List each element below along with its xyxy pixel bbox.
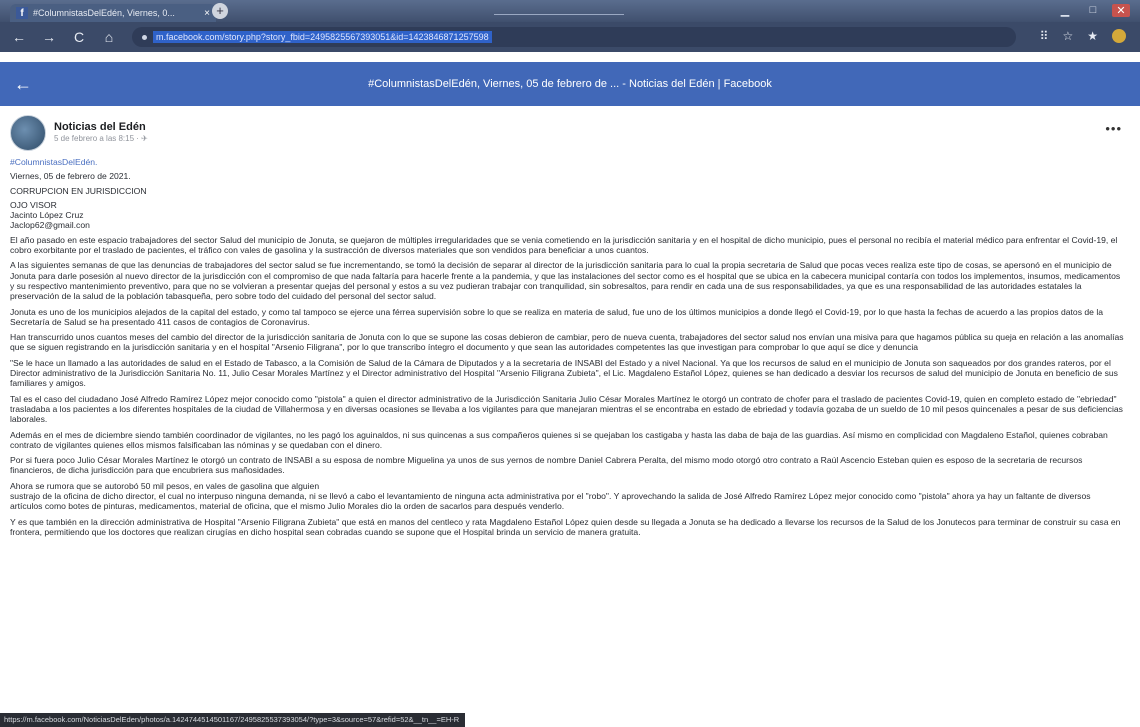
new-tab-button[interactable]: +: [212, 3, 228, 19]
tab-strip: f #ColumnistasDelEdén, Viernes, 0... × +…: [0, 0, 1140, 22]
address-bar[interactable]: m.facebook.com/story.php?story_fbid=2495…: [132, 27, 1016, 47]
tab-title: #ColumnistasDelEdén, Viernes, 0...: [33, 8, 175, 18]
post-timestamp[interactable]: 5 de febrero a las 8:15 · ✈: [54, 134, 148, 143]
browser-toolbar: ← → C ⌂ m.facebook.com/story.php?story_f…: [0, 22, 1140, 52]
tab-search-field: [494, 4, 624, 15]
maximize-button[interactable]: □: [1084, 4, 1102, 17]
post-body: #ColumnistasDelEdén. Viernes, 05 de febr…: [10, 157, 1130, 537]
columnist-name: Jacinto López Cruz: [10, 210, 84, 221]
browser-tab[interactable]: f #ColumnistasDelEdén, Viernes, 0... ×: [10, 4, 216, 22]
minimize-button[interactable]: ▁: [1056, 4, 1074, 17]
author-name[interactable]: Noticias del Edén: [54, 121, 148, 133]
post-paragraph: Y es que también en la dirección adminis…: [10, 516, 1121, 537]
page-avatar[interactable]: [10, 115, 46, 151]
site-info-icon[interactable]: [142, 34, 147, 40]
post-paragraph: Tal es el caso del ciudadano José Alfred…: [10, 393, 1123, 425]
columnist-email: Jaclop62@gmail.con: [10, 220, 90, 231]
post-paragraph: "Se le hace un llamado a las autoridades…: [10, 357, 1118, 389]
status-bar-url: https://m.facebook.com/NoticiasDelEden/p…: [0, 713, 465, 727]
toolbar-actions: ⠿ ☆ ★: [1040, 29, 1126, 43]
more-options-icon[interactable]: •••: [1105, 121, 1122, 136]
window-controls: ▁ □ ✕: [1056, 4, 1130, 17]
post-paragraph: A las siguientes semanas de que las denu…: [10, 260, 1121, 302]
bookmark-star-icon[interactable]: ☆: [1062, 29, 1073, 43]
post-header: Noticias del Edén 5 de febrero a las 8:1…: [10, 115, 1130, 151]
facebook-header: ← #ColumnistasDelEdén, Viernes, 05 de fe…: [0, 62, 1140, 106]
apps-grid-icon[interactable]: ⠿: [1040, 29, 1049, 43]
post-paragraph: Ahora se rumora que se autorobó 50 mil p…: [10, 480, 1091, 512]
post-date-line: Viernes, 05 de febrero de 2021.: [10, 171, 131, 182]
profile-avatar-icon[interactable]: [1112, 29, 1126, 43]
reload-icon[interactable]: C: [68, 29, 90, 45]
column-name: OJO VISOR: [10, 199, 57, 210]
post: Noticias del Edén 5 de febrero a las 8:1…: [10, 115, 1130, 542]
home-icon[interactable]: ⌂: [98, 29, 120, 45]
back-icon[interactable]: ←: [8, 29, 30, 45]
author-block: Noticias del Edén 5 de febrero a las 8:1…: [54, 115, 148, 143]
post-headline: CORRUPCION EN JURISDICCION: [10, 185, 147, 196]
extensions-icon[interactable]: ★: [1087, 29, 1098, 43]
url-text[interactable]: m.facebook.com/story.php?story_fbid=2495…: [153, 31, 492, 43]
page-title: #ColumnistasDelEdén, Viernes, 05 de febr…: [368, 78, 772, 90]
forward-icon[interactable]: →: [38, 29, 60, 45]
post-paragraph: Jonuta es uno de los municipios alejados…: [10, 306, 1104, 327]
tab-close-icon[interactable]: ×: [204, 8, 210, 19]
post-paragraph: Además en el mes de diciembre siendo tam…: [10, 429, 1108, 450]
post-paragraph: El año pasado en este espacio trabajador…: [10, 234, 1118, 256]
facebook-favicon-icon: f: [16, 7, 28, 19]
hashtag-link[interactable]: #ColumnistasDelEdén.: [10, 157, 1130, 167]
close-window-button[interactable]: ✕: [1112, 4, 1130, 17]
post-paragraph: Por si fuera poco Julio César Morales Ma…: [10, 455, 1083, 476]
post-paragraph: Han transcurrido unos cuantos meses del …: [10, 332, 1124, 353]
